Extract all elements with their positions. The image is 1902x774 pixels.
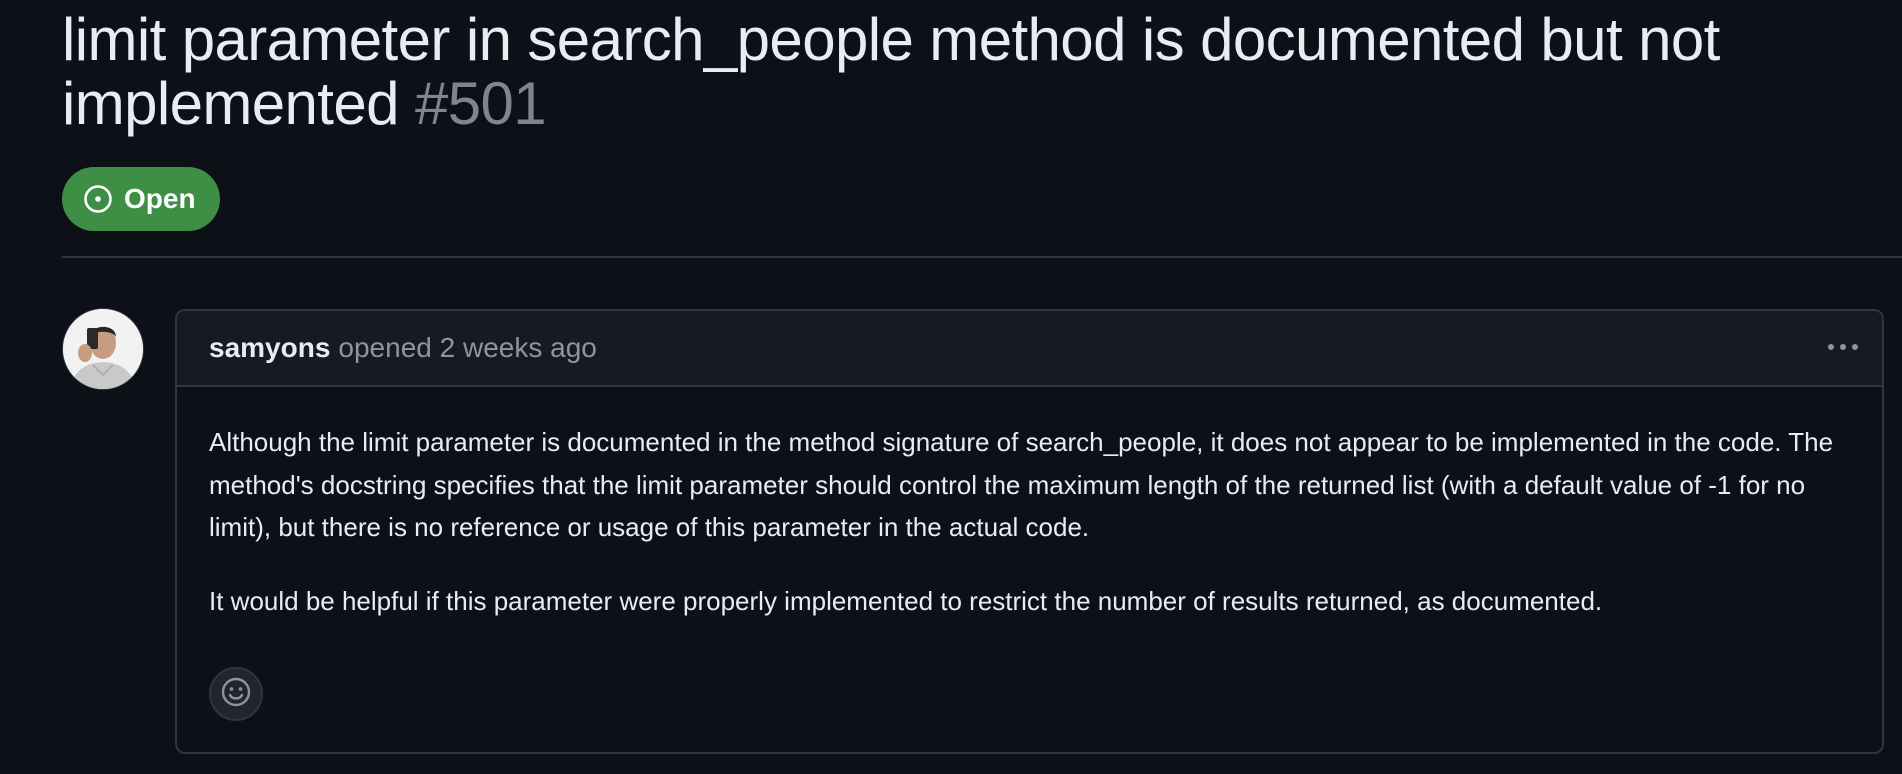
avatar-image [63,309,143,389]
issue-comment: samyons opened 2 weeks ago Although the … [175,309,1884,754]
smiley-icon [220,676,252,713]
comment-paragraph: It would be helpful if this parameter we… [209,585,1603,616]
author-avatar[interactable] [62,308,144,390]
comment-header: samyons opened 2 weeks ago [177,311,1882,387]
comment-author[interactable]: samyons [209,332,330,364]
issue-state-label: Open [124,183,196,214]
kebab-horizontal-icon [1827,338,1859,356]
comment-body: Although the limit parameter is document… [177,387,1882,622]
issue-state-badge: Open [62,167,220,231]
comment-paragraph: Although the limit parameter is document… [209,427,1834,542]
comment-timestamp[interactable]: opened 2 weeks ago [338,332,596,364]
issue-number: #501 [414,70,547,137]
issue-page: limit parameter in search_people method … [0,0,1902,774]
comment-options-button[interactable] [1822,331,1864,363]
issue-title-text: limit parameter in search_people method … [62,6,1720,137]
issue-title: limit parameter in search_people method … [62,8,1862,136]
add-reaction-button[interactable] [209,667,263,721]
header-divider [62,256,1902,258]
issue-opened-icon [82,183,114,215]
